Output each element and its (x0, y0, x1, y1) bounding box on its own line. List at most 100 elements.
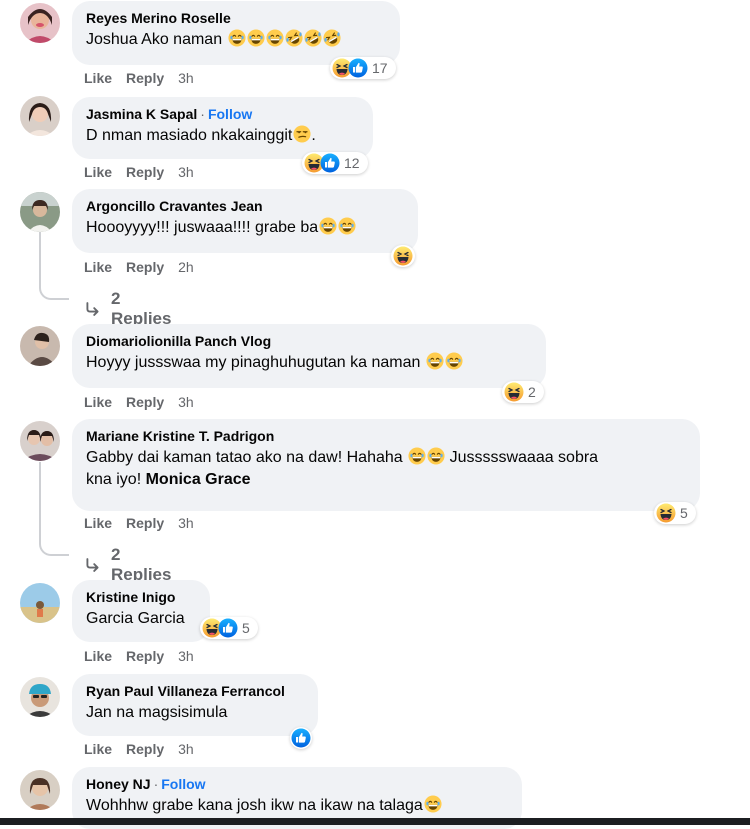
like-button[interactable]: Like (84, 70, 112, 86)
rofl-emoji-icon (285, 29, 303, 47)
thread-line (39, 462, 41, 536)
haha-reaction-icon (656, 503, 676, 523)
comment-text: Jan na magsisimula (86, 704, 228, 721)
view-replies-button[interactable]: 2 Replies (84, 545, 174, 585)
comment-bubble: Kristine Inigo Garcia Garcia (72, 580, 210, 642)
author-name[interactable]: Reyes Merino Roselle (86, 9, 386, 27)
comment-actions: Like Reply 2h (84, 259, 194, 275)
grin-sweat-emoji-icon (408, 447, 426, 465)
author-name[interactable]: Jasmina K Sapal (86, 106, 197, 122)
comment-actions: Like Reply 3h (84, 648, 194, 664)
like-button[interactable]: Like (84, 164, 112, 180)
thread-connector (39, 536, 69, 556)
grin-sweat-emoji-icon (427, 447, 445, 465)
reaction-summary[interactable] (290, 727, 312, 749)
comment-actions: Like Reply 3h (84, 70, 194, 86)
timestamp[interactable]: 3h (178, 164, 194, 180)
reaction-summary[interactable]: 17 (330, 57, 396, 79)
comment-text: D nman masiado nkakainggit (86, 127, 293, 144)
avatar[interactable] (20, 583, 60, 623)
avatar[interactable] (20, 677, 60, 717)
comment-bubble: Argoncillo Cravantes Jean Hoooyyyy!!! ju… (72, 189, 418, 253)
like-reaction-icon (348, 58, 368, 78)
reply-button[interactable]: Reply (126, 164, 164, 180)
follow-button[interactable]: Follow (161, 776, 205, 792)
comment-bubble: Jasmina K Sapal · Follow D nman masiado nk… (72, 97, 373, 159)
reaction-count: 2 (528, 384, 536, 400)
author-name[interactable]: Kristine Inigo (86, 588, 196, 606)
like-reaction-icon (218, 618, 238, 638)
comment-bubble: Reyes Merino Roselle Joshua Ako naman (72, 1, 400, 65)
comment-emojis (227, 31, 341, 48)
timestamp[interactable]: 2h (178, 259, 194, 275)
smirk-emoji-icon (293, 125, 311, 143)
reaction-count: 5 (680, 505, 688, 521)
like-button[interactable]: Like (84, 515, 112, 531)
reaction-count: 12 (344, 155, 360, 171)
avatar[interactable] (20, 192, 60, 232)
comment-text: Hoooyyyy!!! juswaaa!!!! grabe ba (86, 219, 319, 236)
mention-link[interactable]: Monica Grace (146, 471, 251, 488)
grin-sweat-emoji-icon (266, 29, 284, 47)
comment-actions: Like Reply 3h (84, 394, 194, 410)
like-button[interactable]: Like (84, 648, 112, 664)
reply-button[interactable]: Reply (126, 515, 164, 531)
reaction-summary[interactable]: 12 (302, 152, 368, 174)
avatar[interactable] (20, 326, 60, 366)
comment-actions: Like Reply 3h (84, 164, 194, 180)
author-name[interactable]: Ryan Paul Villaneza Ferrancol (86, 682, 304, 700)
like-reaction-icon (320, 153, 340, 173)
comment-text-line2: kna iyo! (86, 471, 142, 488)
timestamp[interactable]: 3h (178, 515, 194, 531)
like-button[interactable]: Like (84, 394, 112, 410)
reply-arrow-icon (84, 555, 101, 575)
replies-count-label: 2 Replies (111, 545, 172, 584)
author-name[interactable]: Mariane Kristine T. Padrigon (86, 427, 686, 445)
grin-sweat-emoji-icon (424, 795, 442, 813)
comment-text: Gabby dai kaman tatao ako na daw! Hahaha (86, 449, 403, 466)
reaction-summary[interactable]: 5 (200, 617, 258, 639)
reply-button[interactable]: Reply (126, 648, 164, 664)
reaction-count: 17 (372, 60, 388, 76)
grin-sweat-emoji-icon (445, 352, 463, 370)
haha-reaction-icon (393, 246, 413, 266)
timestamp[interactable]: 3h (178, 648, 194, 664)
comment-actions: Like Reply 3h (84, 515, 194, 531)
reaction-summary[interactable] (391, 245, 415, 267)
like-button[interactable]: Like (84, 259, 112, 275)
timestamp[interactable]: 3h (178, 741, 194, 757)
avatar[interactable] (20, 96, 60, 136)
avatar[interactable] (20, 3, 60, 43)
comment-text: Garcia Garcia (86, 610, 185, 627)
follow-button[interactable]: Follow (208, 106, 252, 122)
author-name[interactable]: Honey NJ (86, 776, 151, 792)
view-replies-button[interactable]: 2 Replies (84, 289, 174, 329)
comment-actions: Like Reply 3h (84, 741, 194, 757)
replies-count-label: 2 Replies (111, 289, 172, 328)
comment-bubble: Ryan Paul Villaneza Ferrancol Jan na mag… (72, 674, 318, 736)
thread-line (39, 232, 41, 280)
reply-button[interactable]: Reply (126, 259, 164, 275)
haha-reaction-icon (504, 382, 524, 402)
like-button[interactable]: Like (84, 741, 112, 757)
reply-button[interactable]: Reply (126, 70, 164, 86)
reply-arrow-icon (84, 299, 101, 319)
grin-sweat-emoji-icon (228, 29, 246, 47)
comment-bubble: Diomariolionilla Panch Vlog Hoyyy jusssw… (72, 324, 546, 388)
avatar[interactable] (20, 770, 60, 810)
grin-sweat-emoji-icon (247, 29, 265, 47)
comment-text-continued: Jussssswaaaa sobra (449, 449, 599, 466)
separator-dot: · (200, 106, 205, 122)
reply-button[interactable]: Reply (126, 741, 164, 757)
avatar[interactable] (20, 421, 60, 461)
author-name[interactable]: Diomariolionilla Panch Vlog (86, 332, 532, 350)
reply-button[interactable]: Reply (126, 394, 164, 410)
timestamp[interactable]: 3h (178, 70, 194, 86)
comment-text: Hoyyy jussswaa my pinaghuhugutan ka nama… (86, 354, 421, 371)
window-bottom-edge (0, 818, 750, 825)
reaction-summary[interactable]: 5 (654, 502, 696, 524)
reaction-summary[interactable]: 2 (502, 381, 544, 403)
author-name[interactable]: Argoncillo Cravantes Jean (86, 197, 404, 215)
timestamp[interactable]: 3h (178, 394, 194, 410)
comment-text: Wohhhw grabe kana josh ikw na ikaw na ta… (86, 797, 423, 814)
